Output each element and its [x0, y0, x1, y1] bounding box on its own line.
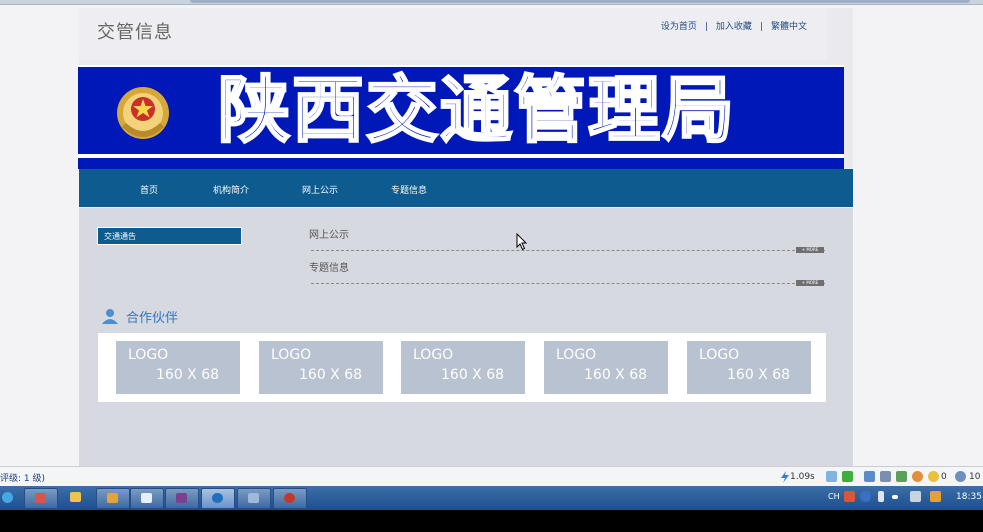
browser-icon	[212, 493, 223, 503]
home-icon[interactable]	[880, 471, 891, 482]
up-arrow-icon[interactable]	[892, 495, 898, 499]
nav-item-home[interactable]: 首页	[140, 183, 158, 196]
taskbar-button[interactable]	[60, 488, 92, 507]
taskbar-button[interactable]	[96, 488, 130, 509]
logo-text: LOGO	[699, 347, 740, 363]
logo-size: 160 X 68	[727, 367, 791, 383]
section-title-public-notice: 网上公示	[309, 230, 349, 241]
count: 0	[941, 472, 947, 482]
content-area: 交通通告 网上公示 + MORE 专题信息 + MORE 合作伙伴 LOGO 16…	[79, 208, 853, 470]
logo-text: LOGO	[271, 347, 312, 363]
app-icon	[107, 493, 118, 503]
site-title: 交管信息	[97, 22, 173, 43]
system-tray: CH 18:35	[820, 486, 983, 510]
browser-tab-strip	[190, 0, 970, 3]
screen-bottom-edge	[0, 510, 983, 532]
top-links: 设为首页 | 加入收藏 | 繁體中文	[661, 19, 807, 32]
browser-top-edge	[0, 0, 983, 5]
eye-icon[interactable]	[912, 471, 923, 482]
section-title-topics: 专题信息	[309, 263, 349, 274]
taskbar-button[interactable]	[24, 488, 58, 509]
partner-logo[interactable]: LOGO 160 X 68	[116, 341, 240, 394]
clock: 18:35	[956, 492, 982, 502]
partner-logo[interactable]: LOGO 160 X 68	[687, 341, 811, 394]
web-page: 交管信息 设为首页 | 加入收藏 | 繁體中文 陕西交通管理局 首页 机构简介 网上公示…	[78, 8, 853, 470]
speed-icon[interactable]	[826, 471, 837, 482]
partner-logo[interactable]: LOGO 160 X 68	[401, 341, 525, 394]
tools-icon	[248, 493, 259, 503]
browser-statusbar: 评级: 1 级) 1.09s 0 10	[0, 466, 983, 487]
link-separator: |	[759, 22, 763, 32]
partners-title: 合作伙伴	[126, 311, 179, 326]
tray-arrow-icon[interactable]	[878, 491, 884, 502]
load-time: 1.09s	[790, 472, 815, 482]
smiley-icon[interactable]	[928, 471, 939, 482]
divider	[311, 250, 825, 251]
header-band	[79, 8, 827, 60]
help-icon[interactable]	[860, 491, 871, 502]
set-homepage-link[interactable]: 设为首页	[661, 22, 697, 32]
nav-item-public-notice[interactable]: 网上公示	[302, 183, 338, 196]
traditional-chinese-link[interactable]: 繁體中文	[771, 22, 807, 32]
folder-icon	[70, 492, 81, 502]
partner-logo[interactable]: LOGO 160 X 68	[259, 341, 383, 394]
banner-stripe	[78, 154, 844, 158]
sidebar-item-traffic-notice[interactable]: 交通通告	[97, 227, 242, 245]
banner-title: 陕西交通管理局	[217, 67, 737, 152]
mouse-cursor-icon	[516, 233, 528, 251]
nav-item-topics[interactable]: 专题信息	[391, 183, 427, 196]
partner-logos: LOGO 160 X 68 LOGO 160 X 68 LOGO 160 X 68 L…	[97, 332, 827, 403]
user-icon[interactable]	[930, 491, 941, 502]
partner-logo[interactable]: LOGO 160 X 68	[544, 341, 668, 394]
logo-text: LOGO	[556, 347, 597, 363]
ie-icon[interactable]	[2, 492, 13, 503]
lightning-icon	[781, 471, 789, 483]
app-icon	[35, 493, 46, 503]
link-separator: |	[704, 22, 708, 32]
banner: 陕西交通管理局	[78, 65, 844, 169]
status-text: 评级: 1 级)	[0, 474, 45, 484]
logo-size: 160 X 68	[156, 367, 220, 383]
volume-icon[interactable]	[864, 471, 875, 482]
sidebar-item-label: 交通通告	[104, 232, 136, 241]
add-favorite-link[interactable]: 加入收藏	[716, 22, 752, 32]
ime-icon[interactable]	[844, 491, 855, 502]
main-nav: 首页 机构简介 网上公示 专题信息	[79, 169, 853, 207]
logo-size: 160 X 68	[299, 367, 363, 383]
police-emblem-icon	[117, 87, 169, 139]
gear-icon	[284, 493, 295, 503]
screen-icon[interactable]	[896, 471, 907, 482]
person-icon	[102, 309, 118, 324]
taskbar-button[interactable]	[165, 488, 199, 509]
taskbar-button[interactable]	[130, 488, 164, 509]
logo-text: LOGO	[128, 347, 169, 363]
logo-size: 160 X 68	[584, 367, 648, 383]
divider	[311, 283, 825, 284]
taskbar-button-active[interactable]	[201, 488, 235, 509]
zoom-icon[interactable]	[955, 471, 966, 482]
download-icon[interactable]	[842, 471, 853, 482]
zoom-level: 10	[969, 472, 981, 482]
nav-item-about[interactable]: 机构简介	[213, 183, 249, 196]
books-icon	[176, 493, 187, 503]
logo-size: 160 X 68	[441, 367, 505, 383]
status-icons: 1.09s 0 10	[780, 469, 983, 485]
document-icon	[141, 493, 152, 503]
taskbar-button[interactable]	[273, 488, 307, 509]
more-button[interactable]: + MORE	[796, 280, 824, 286]
taskbar: CH 18:35	[0, 486, 983, 510]
network-icon[interactable]	[910, 491, 921, 502]
logo-text: LOGO	[413, 347, 454, 363]
taskbar-button[interactable]	[237, 488, 271, 509]
language-indicator[interactable]: CH	[828, 492, 840, 501]
more-button[interactable]: + MORE	[796, 247, 824, 253]
